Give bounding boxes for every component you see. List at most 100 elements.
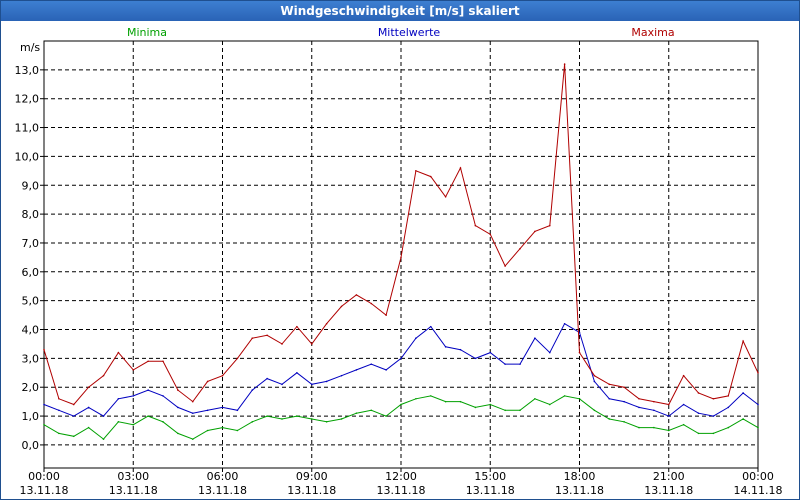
legend-mittelwerte: Mittelwerte — [378, 26, 441, 39]
data-point-mittelwerte — [177, 406, 179, 409]
data-point-maxima — [757, 371, 759, 374]
data-point-maxima — [191, 400, 194, 403]
data-point-minima — [43, 423, 45, 426]
data-point-minima — [340, 418, 343, 420]
data-point-mittelwerte — [548, 351, 551, 354]
data-point-minima — [117, 421, 120, 423]
data-point-mittelwerte — [325, 380, 328, 383]
data-point-mittelwerte — [266, 377, 268, 380]
data-point-minima — [504, 409, 506, 412]
data-point-maxima — [742, 340, 744, 342]
data-point-minima — [355, 412, 358, 414]
x-tick-date: 13.11.18 — [287, 484, 336, 497]
data-point-mittelwerte — [712, 415, 715, 417]
data-point-maxima — [519, 247, 521, 250]
data-point-maxima — [474, 224, 477, 227]
data-point-minima — [712, 432, 715, 435]
data-point-maxima — [132, 369, 135, 371]
data-point-minima — [385, 415, 387, 417]
data-point-maxima — [429, 175, 432, 178]
legend-minima: Minima — [127, 26, 167, 39]
x-tick-date: 13.11.18 — [20, 484, 69, 497]
data-point-minima — [459, 400, 462, 403]
data-point-mittelwerte — [667, 415, 670, 417]
data-point-maxima — [281, 343, 283, 345]
data-point-mittelwerte — [474, 357, 477, 360]
data-point-mittelwerte — [281, 383, 283, 386]
data-point-mittelwerte — [697, 412, 700, 414]
data-point-mittelwerte — [444, 346, 447, 348]
legend: Minima Mittelwerte Maxima — [127, 26, 675, 39]
data-point-minima — [444, 400, 447, 403]
data-point-minima — [563, 395, 566, 397]
x-tick-time: 06:00 — [207, 470, 239, 483]
data-point-minima — [727, 426, 730, 429]
data-point-maxima — [623, 386, 625, 389]
data-point-minima — [325, 421, 328, 423]
data-point-mittelwerte — [221, 406, 224, 409]
data-point-maxima — [325, 322, 328, 325]
data-point-mittelwerte — [638, 406, 640, 409]
data-point-mittelwerte — [653, 409, 655, 412]
data-point-minima — [310, 418, 313, 420]
data-point-minima — [653, 426, 655, 429]
data-point-mittelwerte — [251, 389, 254, 391]
data-point-maxima — [72, 403, 75, 406]
y-tick-label: 7,0 — [22, 237, 40, 250]
data-point-minima — [667, 429, 670, 432]
data-point-mittelwerte — [682, 403, 685, 406]
data-point-minima — [534, 397, 536, 400]
y-tick-label: 12,0 — [15, 93, 40, 106]
data-point-maxima — [593, 374, 596, 377]
data-point-mittelwerte — [117, 397, 120, 400]
data-point-maxima — [43, 348, 45, 351]
data-point-mittelwerte — [191, 412, 194, 414]
data-point-maxima — [608, 383, 611, 386]
y-tick-label: 5,0 — [22, 295, 40, 308]
data-point-mittelwerte — [72, 415, 75, 417]
data-point-minima — [697, 432, 700, 435]
data-point-minima — [206, 429, 209, 432]
data-point-maxima — [58, 397, 60, 400]
data-point-minima — [58, 432, 60, 435]
data-point-mittelwerte — [519, 363, 521, 365]
x-tick-time: 03:00 — [117, 470, 149, 483]
data-point-minima — [162, 421, 164, 423]
data-point-minima — [429, 395, 432, 397]
data-point-maxima — [682, 374, 685, 377]
x-tick-date: 13.11.18 — [466, 484, 515, 497]
data-point-mittelwerte — [370, 363, 373, 365]
data-point-maxima — [221, 374, 224, 377]
data-point-maxima — [504, 265, 506, 267]
data-point-minima — [191, 438, 194, 440]
data-point-maxima — [370, 302, 373, 305]
y-axis-unit-label: m/s — [20, 41, 40, 54]
data-point-mittelwerte — [147, 389, 149, 391]
data-point-minima — [266, 415, 268, 417]
y-tick-label: 9,0 — [22, 179, 40, 192]
x-tick-time: 09:00 — [296, 470, 328, 483]
data-point-maxima — [147, 360, 149, 363]
data-point-maxima — [548, 224, 551, 227]
data-point-minima — [296, 415, 298, 417]
data-point-maxima — [638, 397, 640, 400]
data-point-minima — [742, 418, 744, 420]
data-point-mittelwerte — [757, 403, 759, 406]
x-tick-time: 00:00 — [28, 470, 60, 483]
data-point-maxima — [340, 305, 343, 308]
x-tick-date: 13.11.18 — [644, 484, 693, 497]
x-tick-date: 13.11.18 — [377, 484, 426, 497]
data-point-mittelwerte — [727, 406, 730, 409]
data-point-maxima — [162, 360, 164, 363]
data-point-minima — [132, 423, 135, 426]
x-axis-ticks: 00:0013.11.1803:0013.11.1806:0013.11.180… — [20, 468, 782, 497]
series-line-minima — [43, 395, 759, 440]
data-point-maxima — [653, 400, 655, 403]
data-point-maxima — [667, 403, 670, 406]
y-tick-label: 6,0 — [22, 266, 40, 279]
y-tick-label: 8,0 — [22, 208, 40, 221]
x-tick-time: 00:00 — [742, 470, 774, 483]
data-point-mittelwerte — [58, 409, 60, 412]
data-point-minima — [400, 403, 402, 406]
data-point-minima — [221, 426, 224, 429]
